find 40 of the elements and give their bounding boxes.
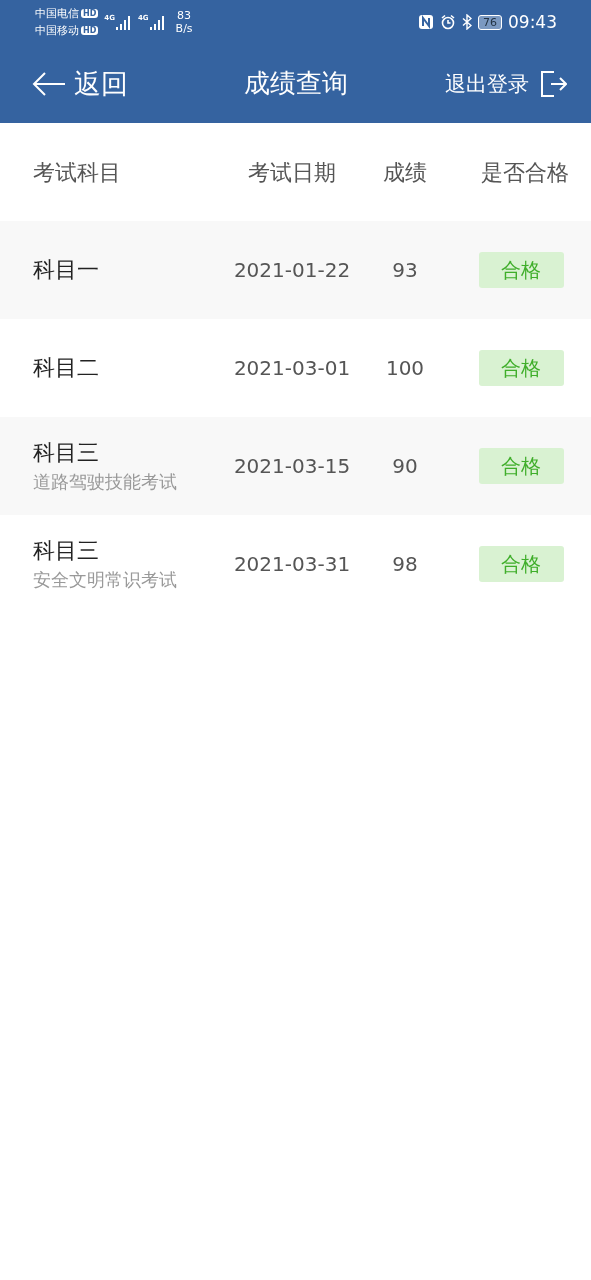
subject-name: 科目三 (33, 537, 100, 565)
column-header: 是否合格 (480, 159, 570, 187)
logout-icon (541, 70, 567, 97)
result-badge: 合格 (478, 252, 564, 288)
subject-name: 科目三 (33, 439, 100, 467)
result-badge: 合格 (478, 350, 564, 386)
clock-time: 09:43 (508, 12, 557, 32)
nfc-icon (418, 14, 434, 30)
speed-unit: B/s (175, 22, 193, 35)
logout-button[interactable]: 退出登录 (445, 69, 567, 98)
exam-date: 2021-03-01 (233, 356, 351, 380)
alarm-icon (440, 14, 456, 30)
score-value: 93 (392, 258, 418, 282)
result-badge: 合格 (478, 448, 564, 484)
signal-icon (149, 14, 166, 30)
subject-name: 科目一 (33, 256, 100, 284)
back-arrow-icon (32, 71, 66, 96)
bluetooth-icon (462, 14, 472, 30)
subject-detail: 安全文明常识考试 (33, 568, 178, 592)
hd-badge: HD (81, 26, 99, 35)
exam-date: 2021-01-22 (233, 258, 351, 282)
speed-value: 83 (177, 9, 192, 22)
column-header: 考试日期 (247, 159, 337, 187)
score-value: 100 (385, 356, 425, 380)
subject-name: 科目二 (33, 354, 100, 382)
page-title: 成绩查询 (243, 68, 348, 98)
exam-date: 2021-03-15 (233, 454, 351, 478)
hd-badge: HD (81, 9, 99, 18)
carrier-name: 中国移动 (35, 23, 79, 38)
battery-indicator: 76 (478, 14, 502, 30)
score-value: 98 (392, 552, 418, 576)
result-badge: 合格 (478, 546, 564, 582)
column-header: 考试科目 (33, 159, 122, 187)
score-value: 90 (392, 454, 418, 478)
column-header: 成绩 (382, 159, 428, 187)
carrier-name: 中国电信 (35, 6, 79, 21)
subject-detail: 道路驾驶技能考试 (33, 470, 178, 494)
exam-date: 2021-03-31 (233, 552, 351, 576)
signal-icon (115, 14, 132, 30)
back-button[interactable]: 返回 (32, 65, 128, 102)
